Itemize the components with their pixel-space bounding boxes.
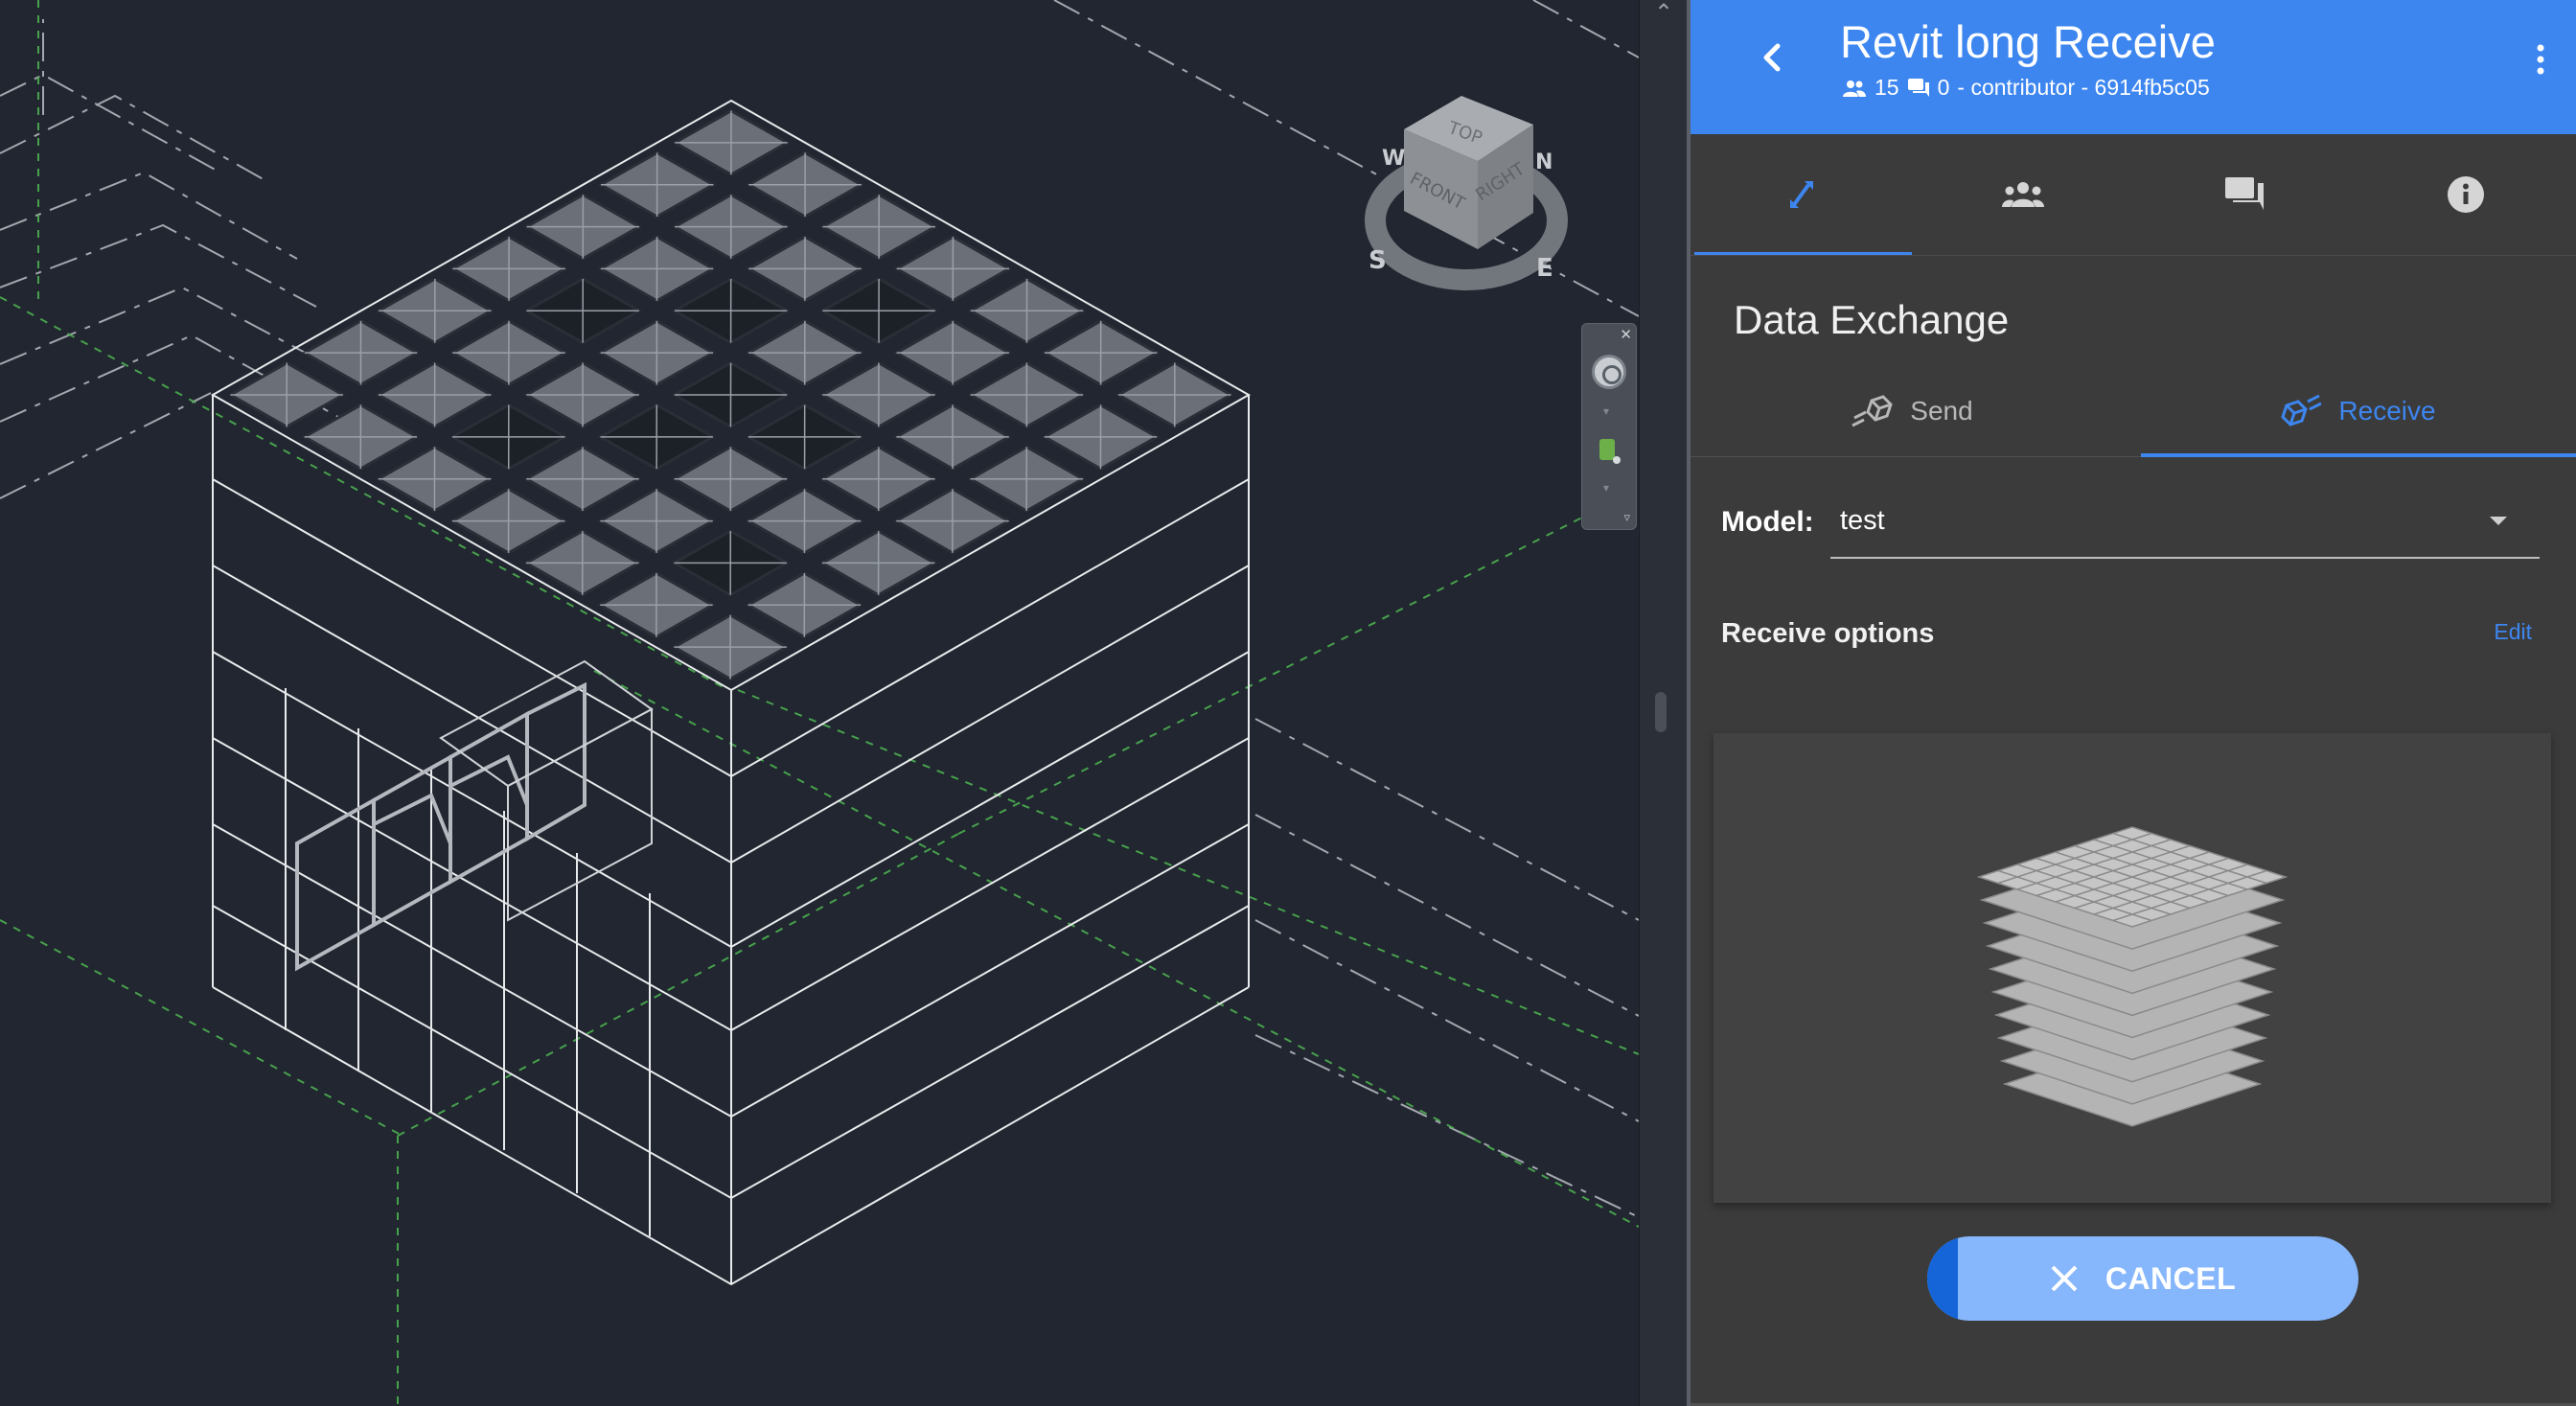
chevron-left-icon[interactable] — [1753, 38, 1791, 77]
navbar-close-icon[interactable]: ✕ — [1620, 326, 1632, 343]
close-icon — [2051, 1265, 2078, 1292]
tab-info[interactable] — [2355, 134, 2576, 255]
send-icon — [1852, 395, 1894, 427]
transfer-icon — [1789, 181, 1813, 208]
kebab-menu-icon[interactable] — [2534, 42, 2547, 77]
model-label: Model: — [1721, 506, 1814, 538]
scrollbar-thumb[interactable] — [1655, 692, 1667, 732]
tab-collaborators[interactable] — [1912, 134, 2133, 255]
section-title: Data Exchange — [1734, 297, 2010, 342]
receive-icon — [2281, 394, 2323, 426]
tab-comments[interactable] — [2133, 134, 2355, 255]
steering-wheel-dropdown-icon[interactable]: ▾ — [1603, 404, 1609, 418]
send-label: Send — [1910, 396, 1973, 426]
steering-wheel-icon[interactable] — [1592, 355, 1626, 389]
model-select[interactable]: test — [1830, 494, 2540, 559]
receive-label: Receive — [2338, 396, 2436, 426]
compass-west-label[interactable]: W — [1382, 147, 1405, 171]
cancel-label: CANCEL — [2104, 1260, 2237, 1296]
stream-title: Revit long Receive — [1840, 16, 2216, 67]
comments-count: 0 — [1937, 75, 1950, 100]
navbar-menu-icon[interactable]: ▿ — [1623, 510, 1630, 525]
people-icon — [1843, 80, 1866, 97]
navigation-bar: ✕ ▾ ▾ ▿ — [1581, 323, 1637, 530]
caret-down-icon — [2490, 517, 2507, 525]
edit-receive-options-link[interactable]: Edit — [2494, 619, 2532, 645]
compass-north-label[interactable]: N — [1535, 150, 1552, 174]
tab-data-exchange[interactable] — [1690, 134, 1912, 255]
compass-east-label[interactable]: E — [1536, 254, 1553, 283]
scroll-up-icon[interactable]: ⌃ — [1649, 2, 1678, 25]
panel-header: Revit long Receive 15 0 - contributor - … — [1690, 0, 2576, 134]
tab-receive[interactable]: Receive — [2141, 366, 2576, 457]
model-select-value: test — [1840, 505, 1885, 536]
view-cube[interactable]: TOP FRONT RIGHT S E N W — [1332, 86, 1600, 307]
model-preview — [1714, 733, 2551, 1203]
comments-icon — [2224, 177, 2264, 210]
pan-dropdown-icon[interactable]: ▾ — [1603, 481, 1609, 495]
tab-send[interactable]: Send — [1690, 366, 2133, 456]
members-count: 15 — [1874, 75, 1899, 100]
compass-south-label[interactable]: S — [1368, 246, 1387, 275]
people-icon — [2001, 182, 2044, 207]
exchange-panel: Revit long Receive 15 0 - contributor - … — [1690, 0, 2576, 1406]
pan-icon[interactable] — [1596, 437, 1622, 468]
receive-progress-bar — [1927, 1236, 1958, 1321]
model-viewport[interactable]: TOP FRONT RIGHT S E N W ✕ ▾ ▾ ▿ — [0, 0, 1639, 1406]
exchange-subtabs: Send Receive — [1690, 366, 2576, 457]
layered-model-thumbnail — [1976, 826, 2288, 1127]
cancel-button[interactable]: CANCEL — [1927, 1236, 2358, 1321]
panel-tabs — [1690, 134, 2576, 256]
comments-icon — [1907, 78, 1929, 97]
stream-meta-text: - contributor - 6914fb5c05 — [1957, 75, 2210, 100]
info-icon — [2447, 176, 2484, 213]
stream-meta: 15 0 - contributor - 6914fb5c05 — [1842, 75, 2210, 101]
viewport-scrollbar[interactable]: ⌃ — [1639, 0, 1688, 1406]
receive-options-label: Receive options — [1721, 618, 1935, 649]
